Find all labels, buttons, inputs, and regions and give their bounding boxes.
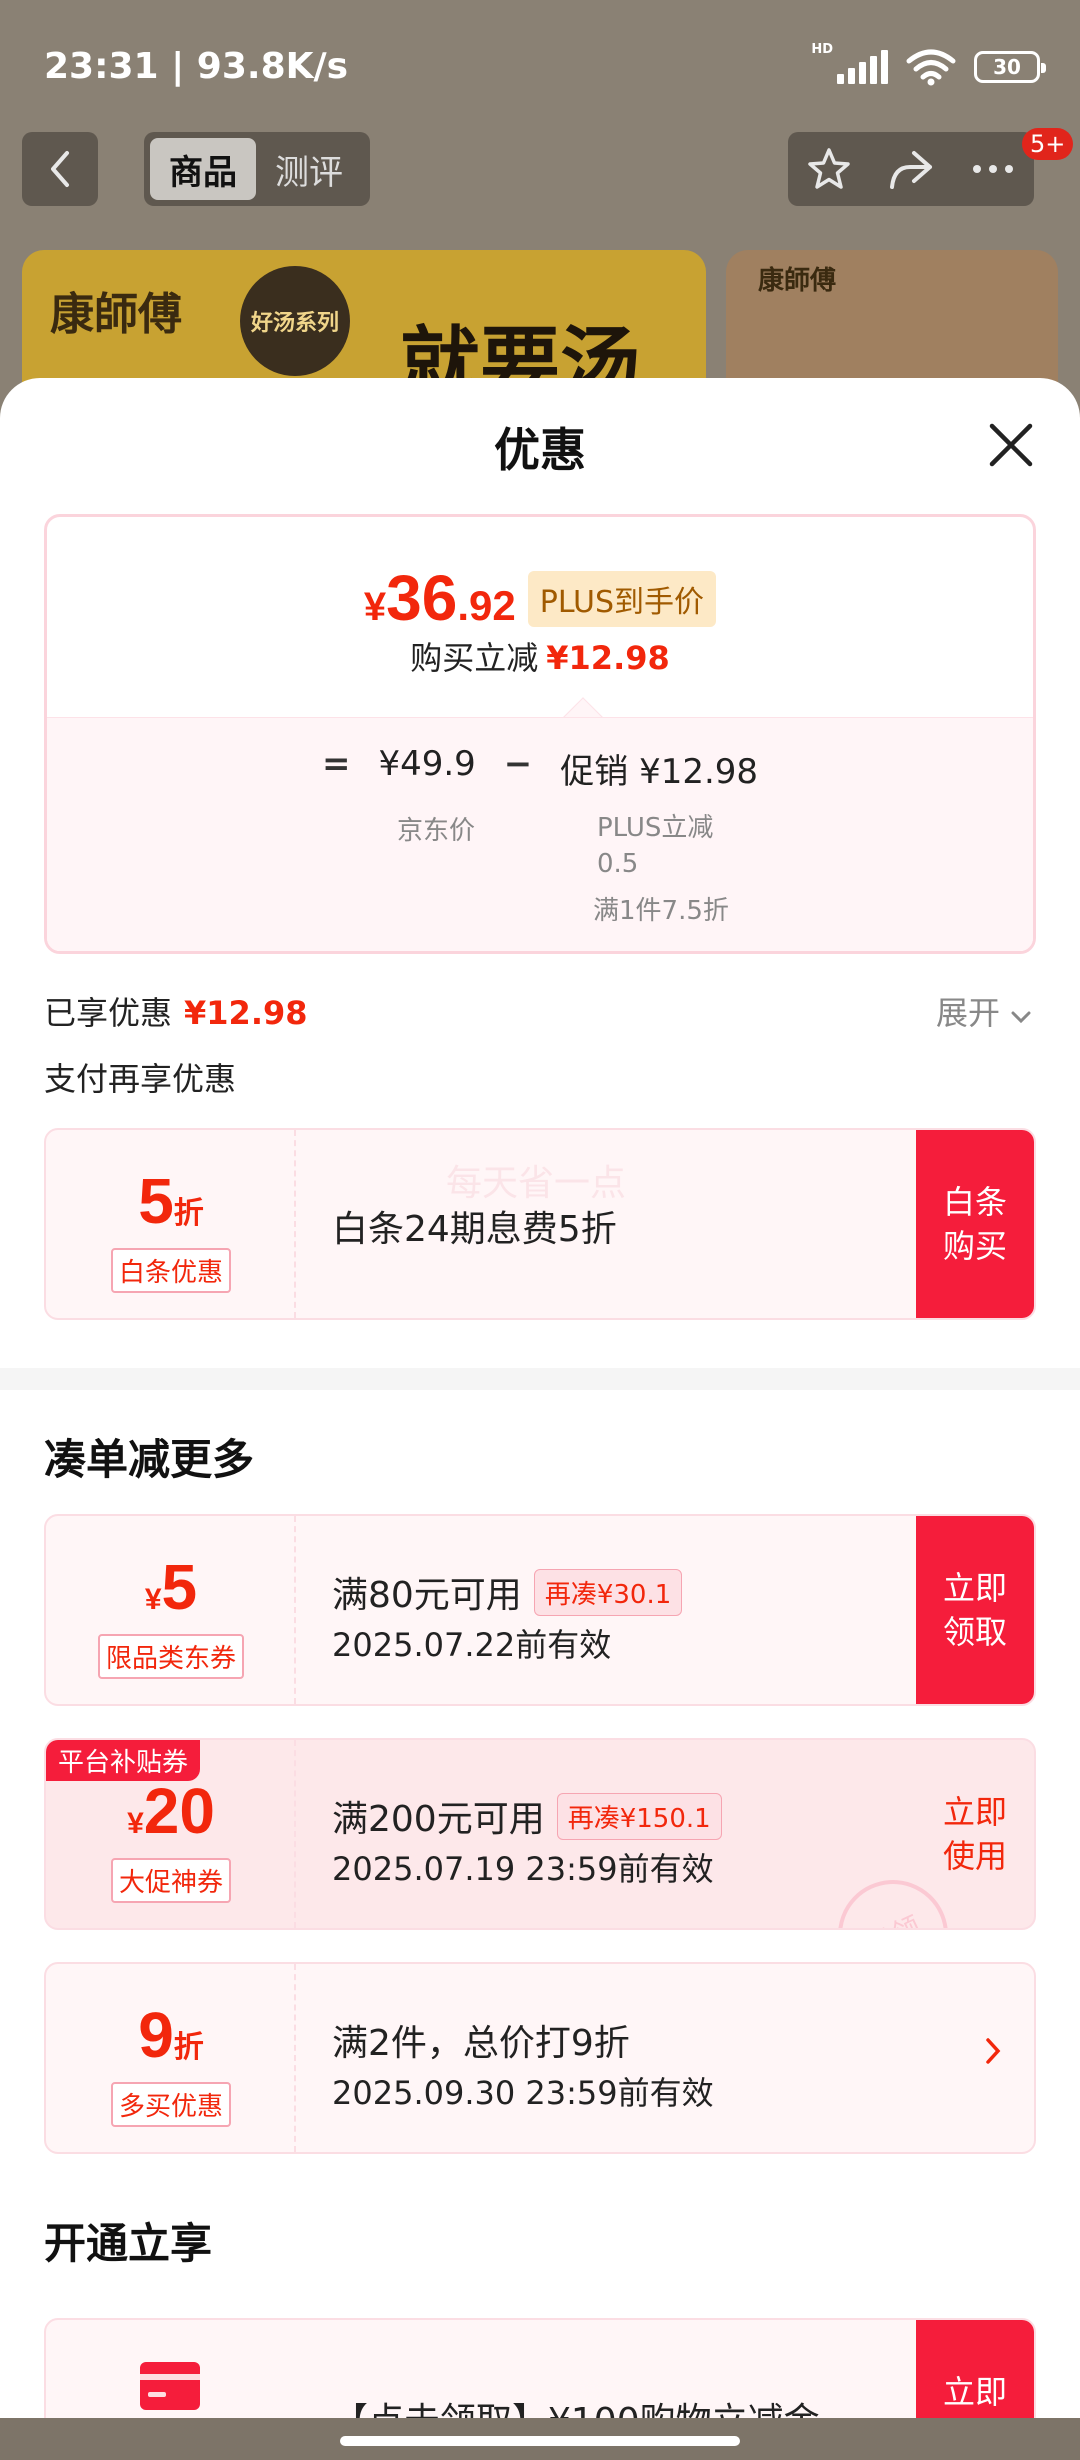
status-bar: 23:31 | 93.8K/s HD 30: [0, 0, 1080, 130]
final-price: ¥36.92: [363, 562, 516, 634]
nav-actions: [788, 132, 1034, 206]
star-icon: [808, 148, 850, 189]
product-tabs: 商品 测评: [144, 132, 370, 206]
watermark-text: 每天省一点: [446, 1163, 627, 1204]
price-formula: = ¥49.9 − 促销 ¥12.98 京东价 PLUS立减 0.5 满1件7.5…: [47, 717, 1033, 951]
cart-badge: 5+: [1022, 128, 1074, 160]
favorite-button[interactable]: [799, 139, 859, 199]
jd-price-label: 京东价: [397, 816, 476, 846]
brand-logo: 康師傅: [50, 289, 182, 340]
use-coupon-button[interactable]: 立即 使用: [916, 1740, 1034, 1928]
coupon-tag: 大促神券: [110, 1858, 231, 1903]
baitiao-text: 白条24期息费5折: [332, 1209, 617, 1250]
coupon-gap-pill: 再凑¥150.1: [556, 1792, 722, 1840]
instant-reduction: 购买立减 ¥12.98: [410, 639, 670, 677]
coupon-condition: 满80元可用 再凑¥30.1: [332, 1566, 683, 1618]
coupon-tag: 限品类东券: [97, 1634, 244, 1679]
plus-reduce-label: PLUS立减 0.5: [597, 813, 714, 879]
coupon-validity: 2025.07.19 23:59前有效: [332, 1850, 714, 1888]
chevron-right-icon: [986, 2038, 1001, 2064]
discount-sheet: 优惠 ¥36.92 PLUS到手价 购买立减 ¥12.98 = ¥49.9 − 促…: [0, 378, 1080, 2418]
open-card-text: 【点击领取】¥100购物立减金: [332, 2392, 820, 2418]
open-section-title: 开通立享: [44, 2219, 213, 2268]
home-indicator[interactable]: [340, 2436, 740, 2446]
coupon-amount: ¥20: [127, 1775, 215, 1847]
claim-coupon-button[interactable]: 立即 领取: [916, 1516, 1034, 1704]
more-dots-icon: [973, 165, 1013, 173]
series-seal: 好汤系列: [240, 266, 350, 376]
sheet-title: 优惠: [494, 423, 586, 477]
brand-logo-small: 康師傅: [758, 266, 837, 296]
plus-price-tag: PLUS到手价: [527, 571, 717, 627]
close-icon[interactable]: [984, 418, 1038, 472]
equals-sign: =: [321, 744, 351, 784]
baitiao-amount: 5折: [138, 1165, 204, 1237]
section-divider: [0, 1368, 1080, 1390]
promo-condition: 满1件7.5折: [593, 896, 729, 926]
tab-review[interactable]: 测评: [256, 138, 362, 200]
promo-value: 促销 ¥12.98: [560, 752, 759, 792]
enjoyed-discount: 已享优惠 ¥12.98: [44, 994, 308, 1032]
coupon-item[interactable]: 9折 多买优惠 满2件，总价打9折 2025.09.30 23:59前有效: [44, 1962, 1036, 2154]
status-time: 23:31 | 93.8K/s: [44, 46, 349, 87]
open-card: 【点击领取】¥100购物立减金 立即: [44, 2318, 1036, 2418]
share-icon: [890, 151, 932, 189]
series-seal-text: 好汤系列: [250, 311, 339, 336]
minus-sign: −: [503, 744, 533, 784]
network-type-label: HD: [811, 41, 833, 57]
chevron-left-icon: [51, 151, 69, 187]
baitiao-tag: 白条优惠: [110, 1248, 231, 1293]
wifi-icon: [906, 49, 956, 86]
coupon-tag: 多买优惠: [110, 2082, 231, 2127]
back-button[interactable]: [22, 132, 98, 206]
coupon-condition: 满200元可用 再凑¥150.1: [332, 1790, 722, 1842]
tab-product[interactable]: 商品: [150, 138, 256, 200]
coupon-condition: 满2件，总价打9折: [332, 2023, 630, 2064]
platform-subsidy-badge: 平台补贴券: [46, 1740, 201, 1781]
chevron-down-icon: [1011, 1011, 1031, 1024]
baitiao-buy-button[interactable]: 白条 购买: [916, 1130, 1034, 1318]
more-button[interactable]: [963, 139, 1023, 199]
signal-icon: [837, 50, 888, 84]
open-now-button[interactable]: 立即: [916, 2320, 1034, 2418]
price-breakdown-card: ¥36.92 PLUS到手价 购买立减 ¥12.98 = ¥49.9 − 促销 ¥…: [44, 514, 1036, 954]
baitiao-coupon: 5折 白条优惠 每天省一点 白条24期息费5折 白条 购买: [44, 1128, 1036, 1320]
coupon-item: ¥5 限品类东券 满80元可用 再凑¥30.1 2025.07.22前有效 立即 …: [44, 1514, 1036, 1706]
pay-discount-title: 支付再享优惠: [44, 1060, 237, 1098]
coupon-item: ¥20 大促神券 平台补贴券 满200元可用 再凑¥150.1 2025.07.1…: [44, 1738, 1036, 1930]
jd-price-value: ¥49.9: [378, 744, 476, 784]
coupon-gap-pill: 再凑¥30.1: [533, 1568, 683, 1616]
coupon-amount: ¥5: [144, 1551, 198, 1623]
more-discount-title: 凑单减更多: [44, 1435, 255, 1484]
coupon-validity: 2025.07.22前有效: [332, 1626, 612, 1664]
credit-card-icon: [140, 2362, 200, 2410]
battery-level: 30: [993, 55, 1021, 79]
battery-icon: 30: [974, 51, 1046, 83]
coupon-validity: 2025.09.30 23:59前有效: [332, 2074, 714, 2112]
coupon-amount: 9折: [138, 1999, 204, 2071]
expand-button[interactable]: 展开: [936, 988, 1032, 1034]
share-button[interactable]: [881, 139, 941, 199]
status-icons: HD 30: [811, 42, 1046, 86]
